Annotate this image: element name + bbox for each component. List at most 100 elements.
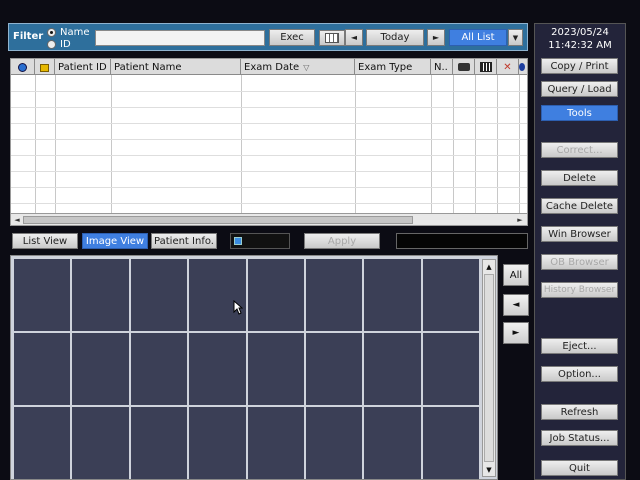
- time-display: 11:42:32 AM: [548, 40, 612, 51]
- mouse-cursor-icon: [233, 300, 243, 315]
- filter-label: Filter: [13, 31, 44, 42]
- scroll-left-icon[interactable]: ◄: [12, 215, 22, 225]
- image-cell[interactable]: [364, 407, 421, 479]
- column-exam-type[interactable]: Exam Type: [355, 59, 431, 75]
- vertical-scrollbar[interactable]: ▲ ▼: [482, 259, 496, 477]
- list-dropdown-button[interactable]: ▼: [508, 29, 523, 46]
- prev-page-button[interactable]: ◄: [503, 294, 529, 316]
- radio-id-label: ID: [60, 38, 71, 50]
- extra-column-header[interactable]: [519, 59, 527, 75]
- table-row[interactable]: [11, 203, 527, 204]
- option-button[interactable]: Option...: [541, 366, 618, 382]
- tools-button[interactable]: Tools: [541, 105, 618, 121]
- horizontal-scrollbar[interactable]: ◄ ►: [11, 213, 527, 225]
- copy-print-button[interactable]: Copy / Print: [541, 58, 618, 74]
- globe-icon: [519, 63, 525, 71]
- exam-date-label: Exam Date: [244, 61, 300, 73]
- table-row[interactable]: [11, 155, 527, 156]
- image-cell[interactable]: [130, 333, 188, 405]
- column-divider: [497, 75, 498, 213]
- image-cell[interactable]: [247, 333, 304, 405]
- image-view-button[interactable]: Image View: [82, 233, 148, 249]
- image-cell[interactable]: [130, 407, 188, 479]
- film-column-header[interactable]: [475, 59, 497, 75]
- ob-browser-button[interactable]: OB Browser: [541, 254, 618, 270]
- quit-button[interactable]: Quit: [541, 460, 618, 476]
- query-load-button[interactable]: Query / Load: [541, 81, 618, 97]
- apply-button[interactable]: Apply: [304, 233, 380, 249]
- prev-day-button[interactable]: ◄: [345, 29, 363, 46]
- horizontal-scroll-thumb[interactable]: [23, 216, 413, 224]
- eject-button[interactable]: Eject...: [541, 338, 618, 354]
- image-cell[interactable]: [364, 259, 421, 331]
- image-cell[interactable]: [130, 259, 188, 331]
- image-cell[interactable]: [422, 333, 479, 405]
- radio-name-option[interactable]: Name: [47, 26, 90, 38]
- select-column-header[interactable]: [11, 59, 35, 75]
- image-cell[interactable]: [305, 333, 363, 405]
- scroll-right-icon[interactable]: ►: [515, 215, 525, 225]
- today-button[interactable]: Today: [366, 29, 424, 46]
- correct-button[interactable]: Correct...: [541, 142, 618, 158]
- image-cell[interactable]: [14, 333, 71, 405]
- image-cell[interactable]: [72, 259, 129, 331]
- column-patient-id[interactable]: Patient ID: [55, 59, 111, 75]
- column-divider: [355, 75, 356, 213]
- column-patient-name[interactable]: Patient Name: [111, 59, 241, 75]
- next-day-button[interactable]: ►: [427, 29, 445, 46]
- table-row[interactable]: [11, 91, 527, 92]
- scroll-down-icon[interactable]: ▼: [483, 464, 495, 475]
- column-divider: [475, 75, 476, 213]
- lock-icon: [40, 64, 49, 72]
- status-display: [396, 233, 528, 249]
- next-page-button[interactable]: ►: [503, 322, 529, 344]
- image-cell[interactable]: [305, 407, 363, 479]
- table-row[interactable]: [11, 123, 527, 124]
- list-view-button[interactable]: List View: [12, 233, 78, 249]
- image-cell[interactable]: [72, 407, 129, 479]
- image-cell[interactable]: [72, 333, 129, 405]
- exec-button[interactable]: Exec: [269, 29, 315, 46]
- all-images-button[interactable]: All: [503, 264, 529, 286]
- image-cell[interactable]: [422, 407, 479, 479]
- job-status-button[interactable]: Job Status...: [541, 430, 618, 446]
- scroll-up-icon[interactable]: ▲: [483, 261, 495, 272]
- camera-column-header[interactable]: [453, 59, 475, 75]
- image-cell[interactable]: [189, 407, 246, 479]
- image-cell[interactable]: [247, 259, 304, 331]
- history-browser-button[interactable]: History Browser: [541, 282, 618, 298]
- table-header: Patient ID Patient Name Exam Date ▽ Exam…: [11, 59, 527, 75]
- sort-desc-icon: ▽: [303, 62, 310, 72]
- image-cell[interactable]: [422, 259, 479, 331]
- win-browser-button[interactable]: Win Browser: [541, 226, 618, 242]
- image-cell[interactable]: [305, 259, 363, 331]
- image-cell[interactable]: [189, 333, 246, 405]
- lock-column-header[interactable]: [35, 59, 55, 75]
- table-row[interactable]: [11, 107, 527, 108]
- table-row[interactable]: [11, 139, 527, 140]
- search-input[interactable]: [95, 30, 265, 46]
- progress-chip-icon: [234, 237, 242, 245]
- column-divider: [241, 75, 242, 213]
- delete-button[interactable]: Delete: [541, 170, 618, 186]
- table-row[interactable]: [11, 171, 527, 172]
- image-cell[interactable]: [189, 259, 246, 331]
- radio-unselected-icon: [47, 39, 56, 49]
- transfer-column-header[interactable]: ✕: [497, 59, 519, 75]
- image-grid: ▲ ▼: [10, 255, 498, 480]
- cache-delete-button[interactable]: Cache Delete: [541, 198, 618, 214]
- patient-info-button[interactable]: Patient Info.: [151, 233, 217, 249]
- column-number[interactable]: N..: [431, 59, 453, 75]
- radio-id-option[interactable]: ID: [47, 38, 71, 50]
- image-cell[interactable]: [14, 259, 71, 331]
- all-list-button[interactable]: All List: [449, 29, 507, 46]
- vertical-scroll-thumb[interactable]: [484, 274, 494, 462]
- image-cell[interactable]: [364, 333, 421, 405]
- column-exam-date[interactable]: Exam Date ▽: [241, 59, 355, 75]
- image-cell[interactable]: [247, 407, 304, 479]
- table-row[interactable]: [11, 187, 527, 188]
- refresh-button[interactable]: Refresh: [541, 404, 618, 420]
- filter-bar: Filter Name ID Exec ◄ Today ► All List ▼: [8, 23, 528, 51]
- image-cell[interactable]: [14, 407, 71, 479]
- calendar-button[interactable]: [319, 30, 345, 46]
